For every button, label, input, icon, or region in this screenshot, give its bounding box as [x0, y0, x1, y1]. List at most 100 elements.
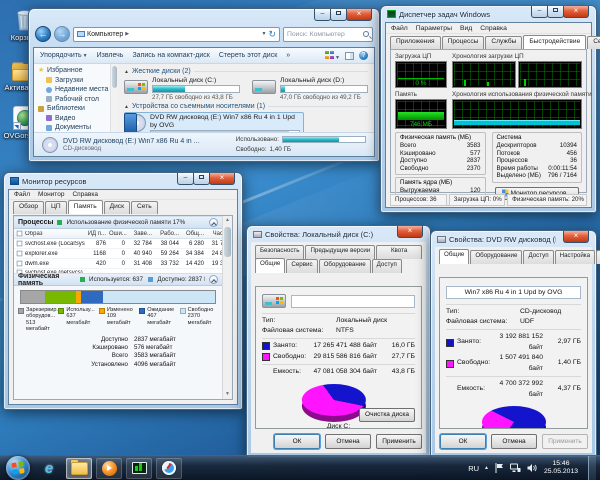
tab-processes[interactable]: Процессы — [441, 36, 485, 49]
scroll-down-icon[interactable]: ▼ — [223, 390, 232, 399]
cancel-button[interactable]: Отмена — [491, 434, 537, 449]
close-button[interactable]: × — [209, 173, 235, 185]
close-button[interactable]: × — [563, 231, 589, 243]
tab-performance[interactable]: Быстродействие — [523, 35, 587, 49]
nav-scrollbar[interactable] — [110, 64, 118, 132]
tab-overview[interactable]: Обзор — [13, 201, 45, 214]
ok-button[interactable]: ОК — [440, 434, 486, 449]
address-dropdown-icon[interactable]: ▼ — [262, 31, 267, 37]
address-bar[interactable]: Компьютер ▶ ▼ ↻ — [73, 26, 280, 42]
tab-memory[interactable]: Память — [67, 200, 103, 214]
menu-view[interactable]: Вид — [460, 25, 472, 32]
maximize-button[interactable] — [547, 6, 564, 18]
close-button[interactable]: × — [563, 6, 589, 18]
tab-security[interactable]: Безопасность — [255, 245, 305, 259]
menu-help[interactable]: Справка — [480, 25, 507, 32]
taskbar-media-player[interactable] — [96, 457, 122, 479]
organize-button[interactable]: Упорядочить▼ — [40, 52, 88, 59]
row-checkbox[interactable] — [16, 269, 23, 273]
language-indicator[interactable]: RU — [468, 464, 479, 473]
nav-video[interactable]: Видео — [38, 114, 110, 124]
minimize-button[interactable]: – — [531, 6, 548, 18]
menu-options[interactable]: Параметры — [416, 25, 452, 32]
close-button[interactable]: × — [397, 226, 423, 238]
table-row[interactable]: explorer.exe 1168 0 40 940 59 264 34 384… — [14, 249, 230, 259]
minimize-button[interactable]: – — [177, 173, 194, 185]
collapse-chevron-icon[interactable] — [209, 218, 218, 227]
drive-d-item[interactable]: Локальный диск (D:) 47,0 ГБ свободно из … — [252, 77, 368, 101]
erase-disc-button[interactable]: Стереть этот диск — [219, 52, 277, 59]
tab-general[interactable]: Общие — [255, 258, 286, 273]
table-row[interactable]: svchost.exe (LocalSystemNe... 876 0 32 7… — [14, 239, 230, 249]
menu-file[interactable]: Файл — [391, 25, 408, 32]
cancel-button[interactable]: Отмена — [325, 434, 371, 449]
tab-networking[interactable]: Сеть — [587, 36, 600, 49]
tab-previous-versions[interactable]: Предыдущие версии — [305, 245, 376, 259]
maximize-button[interactable] — [330, 9, 347, 21]
menu-help[interactable]: Справка — [72, 191, 98, 198]
tab-recording[interactable]: Запись — [596, 250, 600, 264]
table-row[interactable]: dwm.exe 420 0 31 408 33 732 14 420 19 31… — [14, 259, 230, 269]
toolbar-more-button[interactable]: » — [286, 52, 290, 59]
breadcrumb[interactable]: Компьютер — [87, 31, 123, 38]
maximize-button[interactable] — [193, 173, 210, 185]
vertical-scrollbar[interactable]: ▲ ▼ — [222, 216, 232, 399]
nav-libraries[interactable]: Библиотеки — [38, 104, 110, 114]
forward-button[interactable]: → — [54, 26, 70, 42]
tab-quota[interactable]: Квота — [376, 245, 422, 259]
row-checkbox[interactable] — [16, 250, 23, 257]
taskbar-internet-explorer[interactable]: e — [36, 458, 62, 479]
drive-c-item[interactable]: Локальный диск (C:) 27,7 ГБ свободно из … — [124, 77, 240, 101]
physical-memory-section-header[interactable]: Физическая память Используется: 637 МБ Д… — [14, 273, 222, 287]
scroll-up-icon[interactable]: ▲ — [223, 216, 232, 225]
search-input[interactable]: Поиск: Компьютер — [283, 26, 373, 42]
action-center-flag-icon[interactable] — [494, 463, 505, 474]
nav-desktop[interactable]: Рабочий стол — [38, 95, 110, 105]
nav-documents[interactable]: Документы — [38, 123, 110, 132]
tab-sharing[interactable]: Доступ — [523, 250, 554, 264]
ok-button[interactable]: ОК — [274, 434, 320, 449]
apply-button[interactable]: Применить — [542, 434, 588, 449]
tab-customize[interactable]: Настройка — [554, 250, 596, 264]
tab-disk[interactable]: Диск — [103, 201, 130, 214]
tab-services[interactable]: Службы — [485, 36, 523, 49]
disk-cleanup-button[interactable]: Очистка диска — [359, 407, 415, 422]
minimize-button[interactable]: – — [314, 9, 331, 21]
help-icon[interactable]: ? — [359, 51, 368, 60]
taskbar-windows-explorer[interactable] — [66, 457, 92, 479]
tab-general[interactable]: Общие — [439, 249, 470, 264]
nav-recent[interactable]: Недавние места — [38, 85, 110, 95]
tab-network[interactable]: Сеть — [130, 201, 158, 214]
start-button[interactable] — [6, 456, 30, 480]
back-button[interactable]: ← — [35, 26, 51, 42]
eject-button[interactable]: Извлечь — [97, 52, 124, 59]
tab-tools[interactable]: Сервис — [286, 259, 318, 273]
taskbar-clock[interactable]: 15:46 25.05.2013 — [542, 460, 580, 476]
apply-button[interactable]: Применить — [376, 434, 422, 449]
group-removable[interactable]: ▲ Устройства со съемными носителями (1) — [124, 103, 368, 110]
tab-cpu[interactable]: ЦП — [45, 201, 67, 214]
menu-monitor[interactable]: Монитор — [38, 191, 64, 198]
table-header-row[interactable]: Образ ИД п... Оши... Заве... Рабо... Общ… — [14, 229, 230, 239]
views-button[interactable]: ▼ — [325, 50, 340, 61]
nav-favorites[interactable]: ★ Избранное — [38, 66, 110, 76]
close-button[interactable]: × — [346, 9, 372, 21]
tab-applications[interactable]: Приложения — [390, 36, 441, 49]
taskbar-task-manager[interactable] — [126, 457, 152, 479]
tab-hardware[interactable]: Оборудование — [470, 250, 523, 264]
preview-pane-icon[interactable] — [345, 51, 354, 60]
hidden-icons-arrow-icon[interactable]: ▲ — [484, 465, 489, 471]
select-all-checkbox[interactable] — [16, 230, 23, 237]
network-icon[interactable] — [510, 463, 521, 474]
nav-downloads[interactable]: Загрузки — [38, 76, 110, 86]
menu-file[interactable]: Файл — [14, 191, 30, 198]
tab-hardware[interactable]: Оборудование — [318, 259, 371, 273]
collapse-chevron-icon[interactable] — [209, 275, 218, 284]
tab-sharing[interactable]: Доступ — [371, 259, 402, 273]
volume-label-input[interactable] — [446, 285, 581, 299]
drive-e-item-selected[interactable]: DVD RW дисковод (E:) Win7 x86 Ru 4 in 1 … — [124, 112, 304, 132]
group-hard-disks[interactable]: ▲ Жесткие диски (2) — [124, 68, 368, 75]
row-checkbox[interactable] — [16, 260, 23, 267]
refresh-icon[interactable]: ↻ — [268, 29, 276, 39]
taskbar-resource-monitor[interactable] — [156, 457, 182, 479]
